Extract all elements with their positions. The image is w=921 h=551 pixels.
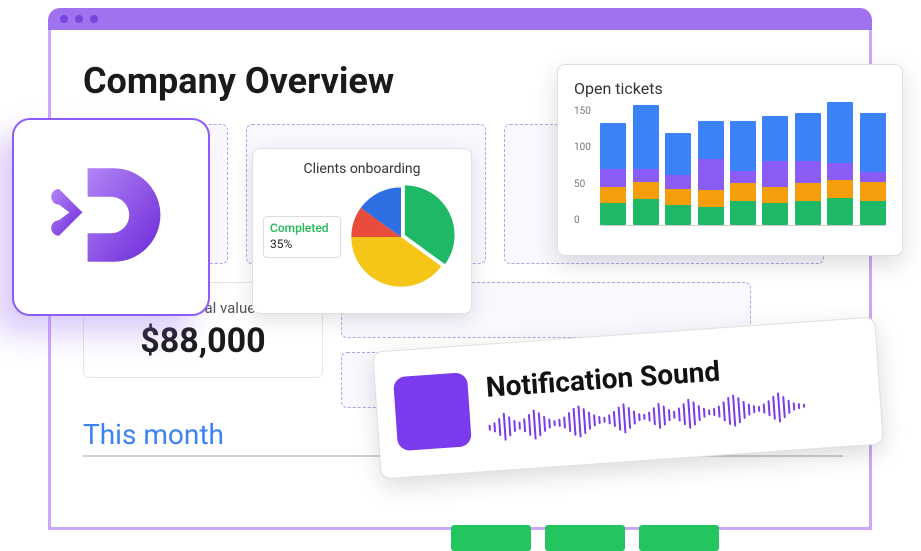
total-deal-value: $88,000 [96, 321, 310, 361]
window-dot [90, 15, 98, 23]
window-dot [60, 15, 68, 23]
onboarding-pie-chart [347, 183, 455, 291]
bar [698, 121, 724, 225]
clients-onboarding-title: Clients onboarding [263, 161, 461, 177]
window-titlebar [48, 8, 872, 30]
open-tickets-chart: 150100500 [574, 106, 886, 246]
bottom-bars [451, 525, 719, 551]
bar [827, 102, 853, 225]
open-tickets-card[interactable]: Open tickets 150100500 [557, 64, 903, 256]
bar [860, 113, 886, 225]
bar [600, 123, 626, 225]
window-dot [75, 15, 83, 23]
brand-logo-icon [46, 150, 176, 284]
bar [633, 105, 659, 225]
open-tickets-title: Open tickets [574, 79, 886, 98]
bar [762, 116, 788, 225]
notification-sound-icon [393, 372, 472, 451]
pie-callout: Completed 35% [263, 216, 341, 257]
brand-logo-card [12, 118, 210, 316]
pie-callout-value: 35% [270, 237, 334, 253]
bar [730, 121, 756, 225]
clients-onboarding-card[interactable]: Clients onboarding Completed 35% [252, 148, 472, 314]
bar [665, 133, 691, 225]
bar [795, 113, 821, 225]
pie-callout-label: Completed [270, 221, 334, 237]
